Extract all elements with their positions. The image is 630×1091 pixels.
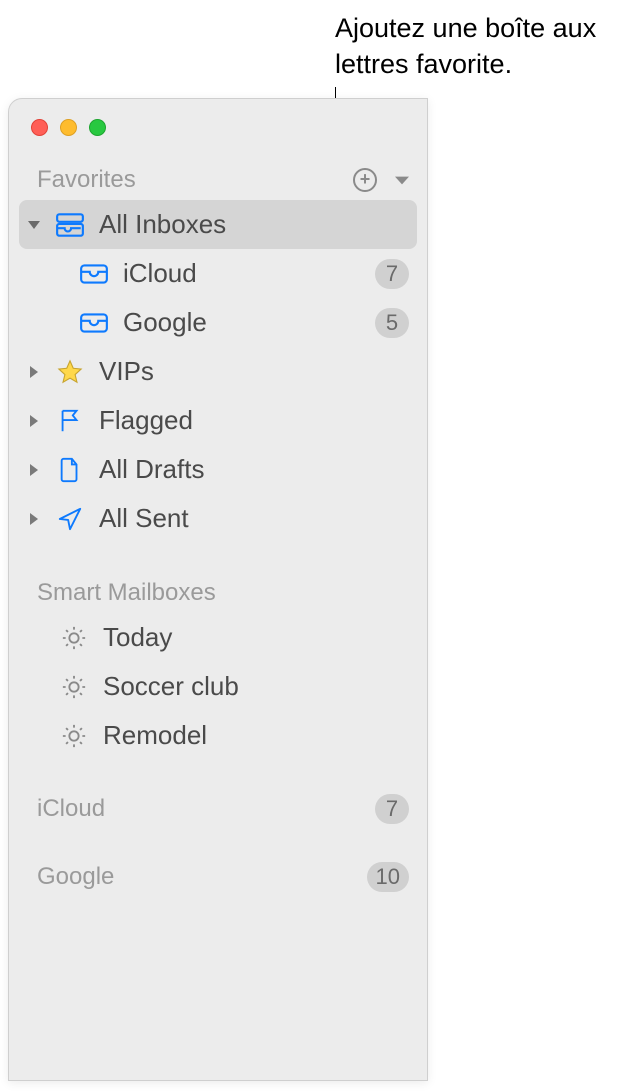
chevron-down-icon[interactable] <box>27 221 41 229</box>
sidebar-item-all-sent[interactable]: All Sent <box>9 494 427 543</box>
sidebar-item-label: iCloud <box>123 258 361 289</box>
sidebar-item-label: Google <box>123 307 361 338</box>
inbox-icon <box>79 261 109 287</box>
sidebar-item-google[interactable]: Google 5 <box>9 298 427 347</box>
add-favorite-button[interactable] <box>353 168 377 192</box>
account-section-icloud[interactable]: iCloud 7 <box>9 784 427 834</box>
sidebar-item-remodel[interactable]: Remodel <box>9 711 427 760</box>
mail-sidebar-window: Favorites All Inboxes iCloud 7 <box>8 98 428 1081</box>
sidebar-item-soccer-club[interactable]: Soccer club <box>9 662 427 711</box>
sidebar-item-flagged[interactable]: Flagged <box>9 396 427 445</box>
maximize-button[interactable] <box>89 119 106 136</box>
window-titlebar <box>9 99 427 154</box>
sidebar-item-label: Flagged <box>99 405 409 436</box>
minimize-button[interactable] <box>60 119 77 136</box>
sidebar-item-label: Today <box>103 622 409 653</box>
sidebar-item-vips[interactable]: VIPs <box>9 347 427 396</box>
draft-icon <box>55 457 85 483</box>
chevron-right-icon[interactable] <box>27 513 41 525</box>
close-button[interactable] <box>31 119 48 136</box>
sidebar-item-today[interactable]: Today <box>9 613 427 662</box>
sidebar-item-icloud[interactable]: iCloud 7 <box>9 249 427 298</box>
sidebar-item-label: All Drafts <box>99 454 409 485</box>
sidebar-item-all-inboxes[interactable]: All Inboxes <box>19 200 417 249</box>
sidebar-item-label: All Sent <box>99 503 409 534</box>
chevron-right-icon[interactable] <box>27 366 41 378</box>
flag-icon <box>55 408 85 434</box>
sidebar-item-all-drafts[interactable]: All Drafts <box>9 445 427 494</box>
sidebar-item-label: VIPs <box>99 356 409 387</box>
chevron-down-icon[interactable] <box>395 176 409 184</box>
unread-badge: 5 <box>375 308 409 338</box>
gear-icon <box>59 723 89 749</box>
chevron-right-icon[interactable] <box>27 464 41 476</box>
account-label: Google <box>37 863 114 891</box>
unread-badge: 7 <box>375 794 409 824</box>
callout-label: Ajoutez une boîte aux lettres favorite. <box>335 10 615 83</box>
smart-mailboxes-header: Smart Mailboxes <box>9 567 427 613</box>
account-label: iCloud <box>37 795 105 823</box>
sidebar-item-label: Remodel <box>103 720 409 751</box>
gear-icon <box>59 625 89 651</box>
sidebar-item-label: All Inboxes <box>99 209 409 240</box>
favorites-header: Favorites <box>9 154 427 200</box>
chevron-right-icon[interactable] <box>27 415 41 427</box>
favorites-label: Favorites <box>37 166 136 194</box>
inbox-icon <box>79 310 109 336</box>
sidebar-item-label: Soccer club <box>103 671 409 702</box>
gear-icon <box>59 674 89 700</box>
sent-icon <box>55 506 85 532</box>
smart-mailboxes-label: Smart Mailboxes <box>37 579 216 607</box>
star-icon <box>55 359 85 385</box>
inbox-stack-icon <box>55 212 85 238</box>
unread-badge: 10 <box>367 862 409 892</box>
unread-badge: 7 <box>375 259 409 289</box>
account-section-google[interactable]: Google 10 <box>9 852 427 902</box>
